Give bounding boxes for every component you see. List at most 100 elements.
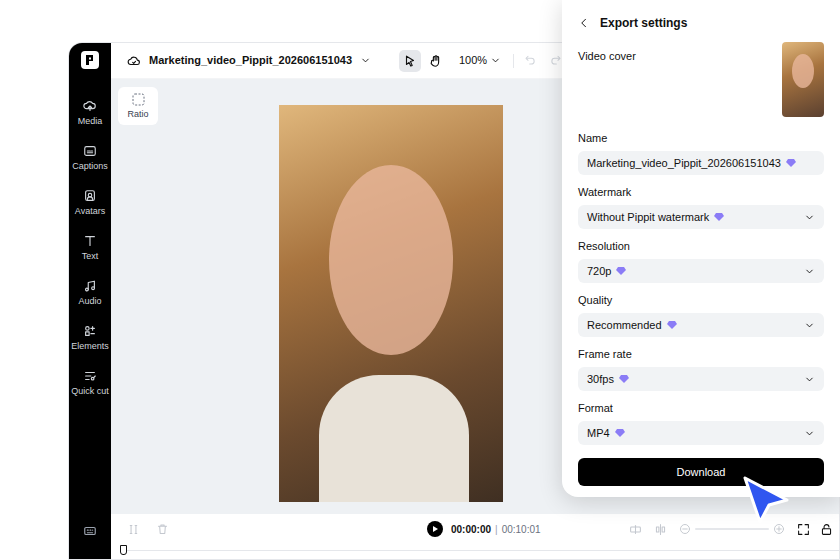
field-label: Watermark — [578, 185, 824, 199]
cover-label: Video cover — [578, 48, 636, 65]
sidebar-item[interactable]: Elements — [69, 324, 111, 369]
premium-badge — [786, 158, 796, 168]
zoom-slider[interactable] — [679, 523, 785, 535]
sidebar-item[interactable]: Text — [69, 234, 111, 279]
minus-icon — [679, 523, 691, 535]
sidebar-label: Audio — [69, 296, 111, 306]
thumb-face — [792, 54, 814, 88]
divider — [513, 54, 514, 68]
select-box[interactable]: 30fps — [578, 367, 824, 391]
export-fields: Name Marketing_video_Pippit_202606151043 W… — [578, 131, 824, 445]
lock-icon[interactable] — [820, 523, 833, 536]
export-field: Name Marketing_video_Pippit_202606151043 — [578, 131, 824, 175]
project-title-group[interactable]: Marketing_video_Pippit_202606151043 — [127, 52, 399, 69]
select-box[interactable]: Recommended — [578, 313, 824, 337]
time-separator: | — [495, 522, 498, 537]
trash-icon[interactable] — [156, 523, 169, 536]
snap-icon[interactable] — [629, 523, 642, 536]
chevron-down-icon — [490, 55, 501, 66]
export-panel: Export settingsVideo coverNameMarketing_… — [562, 0, 840, 497]
select-icon — [403, 54, 417, 68]
tool-button[interactable] — [425, 50, 447, 72]
view-tools — [797, 523, 833, 536]
diamond-icon — [616, 266, 626, 276]
project-title[interactable]: Marketing_video_Pippit_202606151043 — [149, 52, 352, 69]
redo-icon — [549, 53, 562, 66]
tool-button[interactable] — [399, 50, 421, 72]
sidebar-item[interactable]: Audio — [69, 279, 111, 324]
field-value: MP4 — [587, 425, 610, 442]
cursor-arrow-icon — [740, 474, 794, 532]
sidebar-item[interactable]: Captions — [69, 144, 111, 189]
avatars-icon — [83, 189, 97, 203]
captions-icon — [83, 144, 97, 158]
play-icon — [431, 525, 439, 533]
fullscreen-icon[interactable] — [797, 523, 810, 536]
sidebar-label: Avatars — [69, 206, 111, 216]
sidebar-item[interactable]: Quick cut — [69, 369, 111, 414]
download-label: Download — [677, 464, 726, 481]
field-label: Quality — [578, 293, 824, 307]
zoom-dropdown[interactable]: 100% — [459, 52, 501, 69]
sidebar-label: Text — [69, 251, 111, 261]
field-value: Marketing_video_Pippit_202606151043 — [587, 155, 781, 172]
elements-icon — [83, 324, 97, 338]
sidebar-item[interactable]: Media — [69, 99, 111, 144]
sidebar-items: MediaCaptions Avatars Text Audio Elements Qui… — [69, 99, 111, 414]
chevron-down-icon[interactable] — [360, 55, 371, 66]
sidebar-label: Quick cut — [69, 386, 111, 396]
premium-badge — [667, 320, 677, 330]
undo-button[interactable] — [524, 49, 537, 73]
quick-cut-icon — [83, 369, 97, 383]
field-value: Without Pippit watermark — [587, 209, 709, 226]
timeline-controls: 00:00:00|00:10:01 — [111, 514, 839, 544]
sidebar-bottom — [83, 521, 97, 545]
text-input[interactable]: Marketing_video_Pippit_202606151043 — [578, 151, 824, 175]
total-time: 00:10:01 — [502, 522, 541, 537]
field-value: 30fps — [587, 371, 614, 388]
field-label: Resolution — [578, 239, 824, 253]
field-label: Frame rate — [578, 347, 824, 361]
premium-badge — [615, 428, 625, 438]
ratio-button[interactable]: Ratio — [118, 87, 158, 125]
field-label: Format — [578, 401, 824, 415]
playhead[interactable] — [120, 545, 127, 555]
select-box[interactable]: Without Pippit watermark — [578, 205, 824, 229]
video-cover-row: Video cover — [578, 48, 824, 117]
field-label: Name — [578, 131, 824, 145]
diamond-icon — [619, 374, 629, 384]
export-field: Frame rate 30fps — [578, 347, 824, 391]
pippit-logo-icon[interactable] — [81, 51, 99, 69]
redo-button[interactable] — [549, 49, 562, 73]
sidebar-item[interactable]: Avatars — [69, 189, 111, 234]
face-shape — [329, 165, 453, 355]
export-field: Quality Recommended — [578, 293, 824, 337]
back-icon[interactable] — [578, 17, 590, 29]
undo-icon — [524, 53, 537, 66]
select-box[interactable]: 720p — [578, 259, 824, 283]
hand-icon — [429, 54, 443, 68]
premium-badge — [619, 374, 629, 384]
ratio-icon — [132, 93, 145, 106]
timeline-bar: 00:00:00|00:10:01 — [111, 514, 839, 559]
video-cover-thumbnail[interactable] — [782, 42, 824, 117]
track-line — [127, 550, 839, 551]
shirt-shape — [319, 375, 469, 502]
play-button[interactable] — [427, 521, 443, 537]
video-preview[interactable] — [279, 105, 503, 502]
ratio-label: Ratio — [127, 109, 148, 119]
timeline-right-tools — [629, 523, 833, 536]
select-box[interactable]: MP4 — [578, 421, 824, 445]
chevron-down-icon — [804, 428, 815, 439]
keyboard-icon[interactable] — [83, 524, 97, 538]
download-button[interactable]: Download — [578, 458, 824, 486]
align-icon[interactable] — [654, 523, 667, 536]
split-icon[interactable] — [127, 523, 140, 536]
media-icon — [83, 99, 97, 113]
playhead-track[interactable] — [111, 544, 839, 556]
zoom-track — [695, 528, 769, 530]
diamond-icon — [786, 158, 796, 168]
chevron-down-icon — [804, 320, 815, 331]
export-field: Resolution 720p — [578, 239, 824, 283]
tool-group: 100% — [399, 49, 562, 73]
